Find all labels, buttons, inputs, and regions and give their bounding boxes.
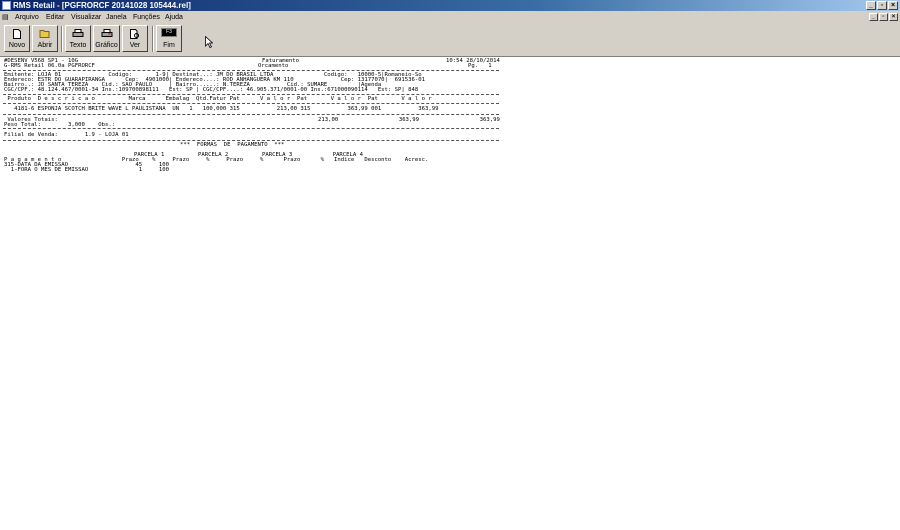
formas-pagamento-title: *** FORMAS DE PAGAMENTO *** (180, 142, 285, 148)
menu-visualizar[interactable]: Visualizar (71, 11, 101, 24)
divider (3, 70, 499, 71)
filial-venda: Filial de Venda: 1.9 - LOJA 01 (4, 132, 129, 138)
report-header-program: G-RMS Retail 06.0a PGFRORCF (4, 63, 95, 69)
novo-button[interactable]: Novo (4, 25, 30, 52)
doc-close-button[interactable]: × (889, 13, 898, 21)
preview-icon (130, 29, 140, 41)
toolbar-separator (61, 26, 63, 52)
divider (3, 140, 499, 141)
window-title: RMS Retail - [PGFRORCF 20141028 105444.r… (13, 1, 191, 10)
app-icon (2, 1, 11, 10)
doc-restore-button[interactable]: ▫ (879, 13, 888, 21)
abrir-button[interactable]: Abrir (32, 25, 58, 52)
mouse-pointer-icon (205, 35, 214, 53)
menu-arquivo[interactable]: Arquivo (15, 11, 39, 24)
fim-label: Fim (163, 42, 175, 49)
report-header-page: Pg. 1 (468, 63, 492, 69)
toolbar-separator (152, 26, 154, 52)
new-document-icon (13, 29, 21, 41)
restore-button[interactable]: ▫ (877, 1, 887, 10)
printer-color-icon (101, 29, 112, 40)
novo-label: Novo (8, 42, 26, 49)
column-header: Produto D e s c r i c a o Marca Embalag … (4, 96, 432, 102)
menu-funcoes[interactable]: Funções (133, 11, 160, 24)
menu-bar: ▤ Arquivo Editar Visualizar Janela Funçõ… (0, 11, 900, 24)
pagamento-row: 1-FORA O MES DE EMISSAO 1 100 (4, 167, 170, 173)
doc-menu-icon[interactable]: ▤ (2, 11, 9, 24)
divider (3, 128, 499, 129)
title-bar: RMS Retail - [PGFRORCF 20141028 105444.r… (0, 0, 900, 11)
texto-label: Texto (69, 42, 87, 49)
divider (3, 94, 499, 95)
document-window-controls: _ ▫ × (869, 13, 898, 21)
close-button[interactable]: × (888, 1, 898, 10)
divider (3, 114, 499, 115)
ver-label: Ver (129, 42, 141, 49)
printer-icon (72, 29, 84, 40)
texto-button[interactable]: Texto (65, 25, 91, 52)
menu-janela[interactable]: Janela (106, 11, 127, 24)
toolbar: Novo Abrir Texto Gráfico Ver F3 Fim (0, 24, 900, 57)
table-row: 4181-6 ESPONJA SCOTCH BRITE WAVE L PAULI… (4, 106, 439, 112)
menu-editar[interactable]: Editar (46, 11, 64, 24)
fim-button[interactable]: F3 Fim (156, 25, 182, 52)
divider (3, 103, 499, 104)
minimize-button[interactable]: _ (866, 1, 876, 10)
totals-values: 213,00 363,99 363,99 (318, 117, 500, 123)
emitente-line-4: CGC/CPF.: 48.124.467/0001-34 Ins.:109700… (4, 87, 419, 93)
f3-key-icon: F3 (161, 28, 177, 37)
grafico-label: Gráfico (95, 42, 118, 49)
report-page: #DESENV V568 SP1 - 10G Faturamento 10:54… (0, 57, 900, 530)
report-header-subtitle: Orcamento (258, 63, 289, 69)
menu-ajuda[interactable]: Ajuda (165, 11, 183, 24)
open-folder-icon (39, 29, 51, 40)
window-controls: _ ▫ × (866, 1, 898, 10)
grafico-button[interactable]: Gráfico (93, 25, 120, 52)
abrir-label: Abrir (37, 42, 53, 49)
ver-button[interactable]: Ver (122, 25, 148, 52)
doc-minimize-button[interactable]: _ (869, 13, 878, 21)
